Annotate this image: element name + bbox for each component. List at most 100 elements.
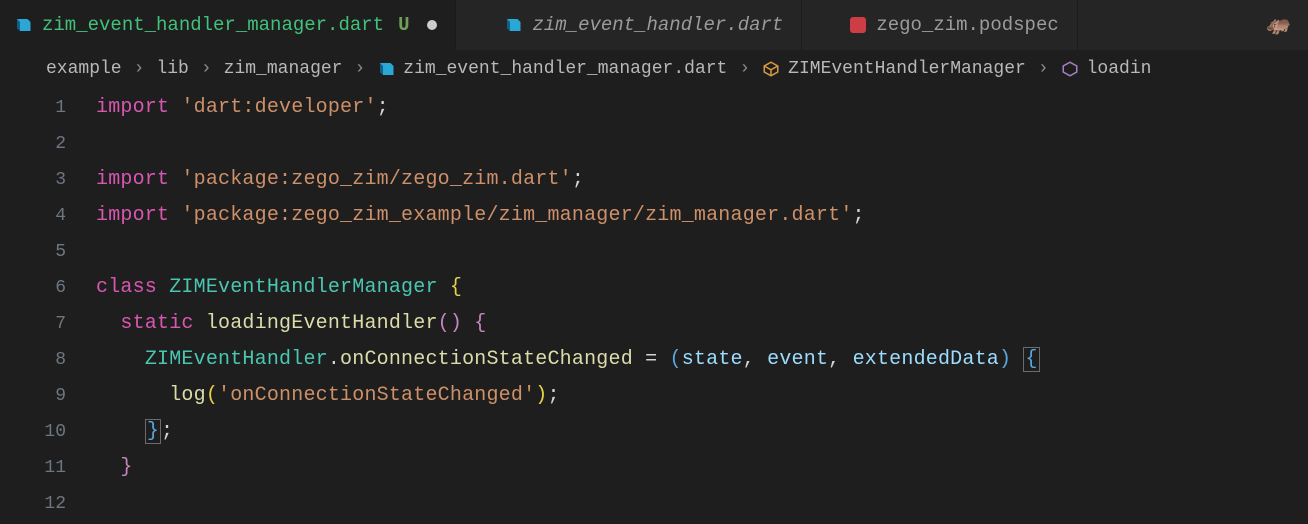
line-number: 2 [0, 126, 96, 162]
code-content[interactable]: log('onConnectionStateChanged'); [96, 378, 560, 414]
token: ; [572, 168, 584, 191]
token: } [120, 456, 132, 479]
class-icon [762, 60, 780, 78]
breadcrumb: example › lib › zim_manager › zim_event_… [0, 50, 1308, 88]
tab-active[interactable]: zim_event_handler_manager.dart U [0, 0, 456, 50]
token: () [438, 312, 462, 335]
dart-icon [14, 16, 32, 34]
chevron-right-icon: › [134, 59, 145, 79]
token: 'package:zego_zim/zego_zim.dart' [181, 168, 571, 191]
token: ; [377, 96, 389, 119]
token: import [96, 168, 181, 191]
token: ; [161, 420, 173, 443]
token: { [450, 276, 462, 299]
token [438, 276, 450, 299]
code-line[interactable]: 7 static loadingEventHandler() { [0, 306, 1308, 342]
code-line[interactable]: 11 } [0, 450, 1308, 486]
token: . [328, 348, 340, 371]
line-number: 3 [0, 162, 96, 198]
token: 'package:zego_zim_example/zim_manager/zi… [181, 204, 852, 227]
dart-icon [377, 60, 395, 78]
chevron-right-icon: › [354, 59, 365, 79]
token: state [682, 348, 743, 371]
line-number: 9 [0, 378, 96, 414]
tab-unsaved-dot-icon [427, 20, 437, 30]
token: ; [548, 384, 560, 407]
tab-label: zego_zim.podspec [876, 14, 1058, 36]
breadcrumb-item[interactable]: zim_event_handler_manager.dart [377, 59, 727, 79]
code-content[interactable]: import 'package:zego_zim/zego_zim.dart'; [96, 162, 584, 198]
token: ; [853, 204, 865, 227]
token: ( [206, 384, 218, 407]
token: , [743, 348, 767, 371]
token: loadingEventHandler [206, 312, 438, 335]
tab[interactable]: zego_zim.podspec [802, 0, 1077, 50]
line-number: 1 [0, 90, 96, 126]
line-number: 6 [0, 270, 96, 306]
breadcrumb-item[interactable]: ZIMEventHandlerManager [762, 59, 1026, 79]
chevron-right-icon: › [739, 59, 750, 79]
token [462, 312, 474, 335]
code-content[interactable]: import 'package:zego_zim_example/zim_man… [96, 198, 865, 234]
token: ( [670, 348, 682, 371]
dart-icon [504, 16, 522, 34]
chevron-right-icon: › [1038, 59, 1049, 79]
code-line[interactable]: 4import 'package:zego_zim_example/zim_ma… [0, 198, 1308, 234]
chevron-right-icon: › [201, 59, 212, 79]
token: onConnectionStateChanged [340, 348, 633, 371]
code-content[interactable]: }; [96, 414, 173, 450]
breadcrumb-item[interactable]: example [46, 59, 122, 79]
line-number: 4 [0, 198, 96, 234]
token [1011, 348, 1023, 371]
code-content[interactable]: static loadingEventHandler() { [96, 306, 486, 342]
code-content[interactable]: class ZIMEventHandlerManager { [96, 270, 462, 306]
tab-label: zim_event_handler.dart [532, 14, 783, 36]
code-line[interactable]: 12 [0, 486, 1308, 522]
line-number: 5 [0, 234, 96, 270]
code-line[interactable]: 6class ZIMEventHandlerManager { [0, 270, 1308, 306]
token: { [1023, 347, 1039, 372]
token: ) [999, 348, 1011, 371]
token: log [169, 384, 206, 407]
token: import [96, 96, 181, 119]
token: , [828, 348, 852, 371]
token: ) [535, 384, 547, 407]
extension-icon[interactable]: 🦛 [1265, 12, 1290, 38]
line-number: 10 [0, 414, 96, 450]
code-line[interactable]: 3import 'package:zego_zim/zego_zim.dart'… [0, 162, 1308, 198]
token: 'onConnectionStateChanged' [218, 384, 535, 407]
token: extendedData [853, 348, 999, 371]
token: static [120, 312, 205, 335]
method-icon [1061, 60, 1079, 78]
tab-spacer: 🦛 [1078, 0, 1308, 50]
tab-bar: zim_event_handler_manager.dart U zim_eve… [0, 0, 1308, 50]
code-content[interactable]: import 'dart:developer'; [96, 90, 389, 126]
token: class [96, 276, 169, 299]
line-number: 7 [0, 306, 96, 342]
tab-git-status: U [398, 14, 409, 36]
code-content[interactable]: ZIMEventHandler.onConnectionStateChanged… [96, 342, 1040, 378]
code-content[interactable]: } [96, 450, 133, 486]
breadcrumb-item[interactable]: zim_manager [224, 59, 343, 79]
tab[interactable]: zim_event_handler.dart [456, 0, 802, 50]
token: } [145, 419, 161, 444]
code-line[interactable]: 2 [0, 126, 1308, 162]
line-number: 12 [0, 486, 96, 522]
code-line[interactable]: 10 }; [0, 414, 1308, 450]
podspec-icon [850, 17, 866, 33]
breadcrumb-item[interactable]: loadin [1061, 59, 1152, 79]
token: import [96, 204, 181, 227]
token: = [633, 348, 670, 371]
tab-label: zim_event_handler_manager.dart [42, 14, 384, 36]
token: 'dart:developer' [181, 96, 376, 119]
token: ZIMEventHandler [145, 348, 328, 371]
code-line[interactable]: 9 log('onConnectionStateChanged'); [0, 378, 1308, 414]
token: event [767, 348, 828, 371]
code-line[interactable]: 8 ZIMEventHandler.onConnectionStateChang… [0, 342, 1308, 378]
breadcrumb-item[interactable]: lib [156, 59, 188, 79]
code-line[interactable]: 5 [0, 234, 1308, 270]
code-line[interactable]: 1import 'dart:developer'; [0, 90, 1308, 126]
token: ZIMEventHandlerManager [169, 276, 437, 299]
line-number: 11 [0, 450, 96, 486]
code-editor[interactable]: 1import 'dart:developer';23import 'packa… [0, 88, 1308, 522]
